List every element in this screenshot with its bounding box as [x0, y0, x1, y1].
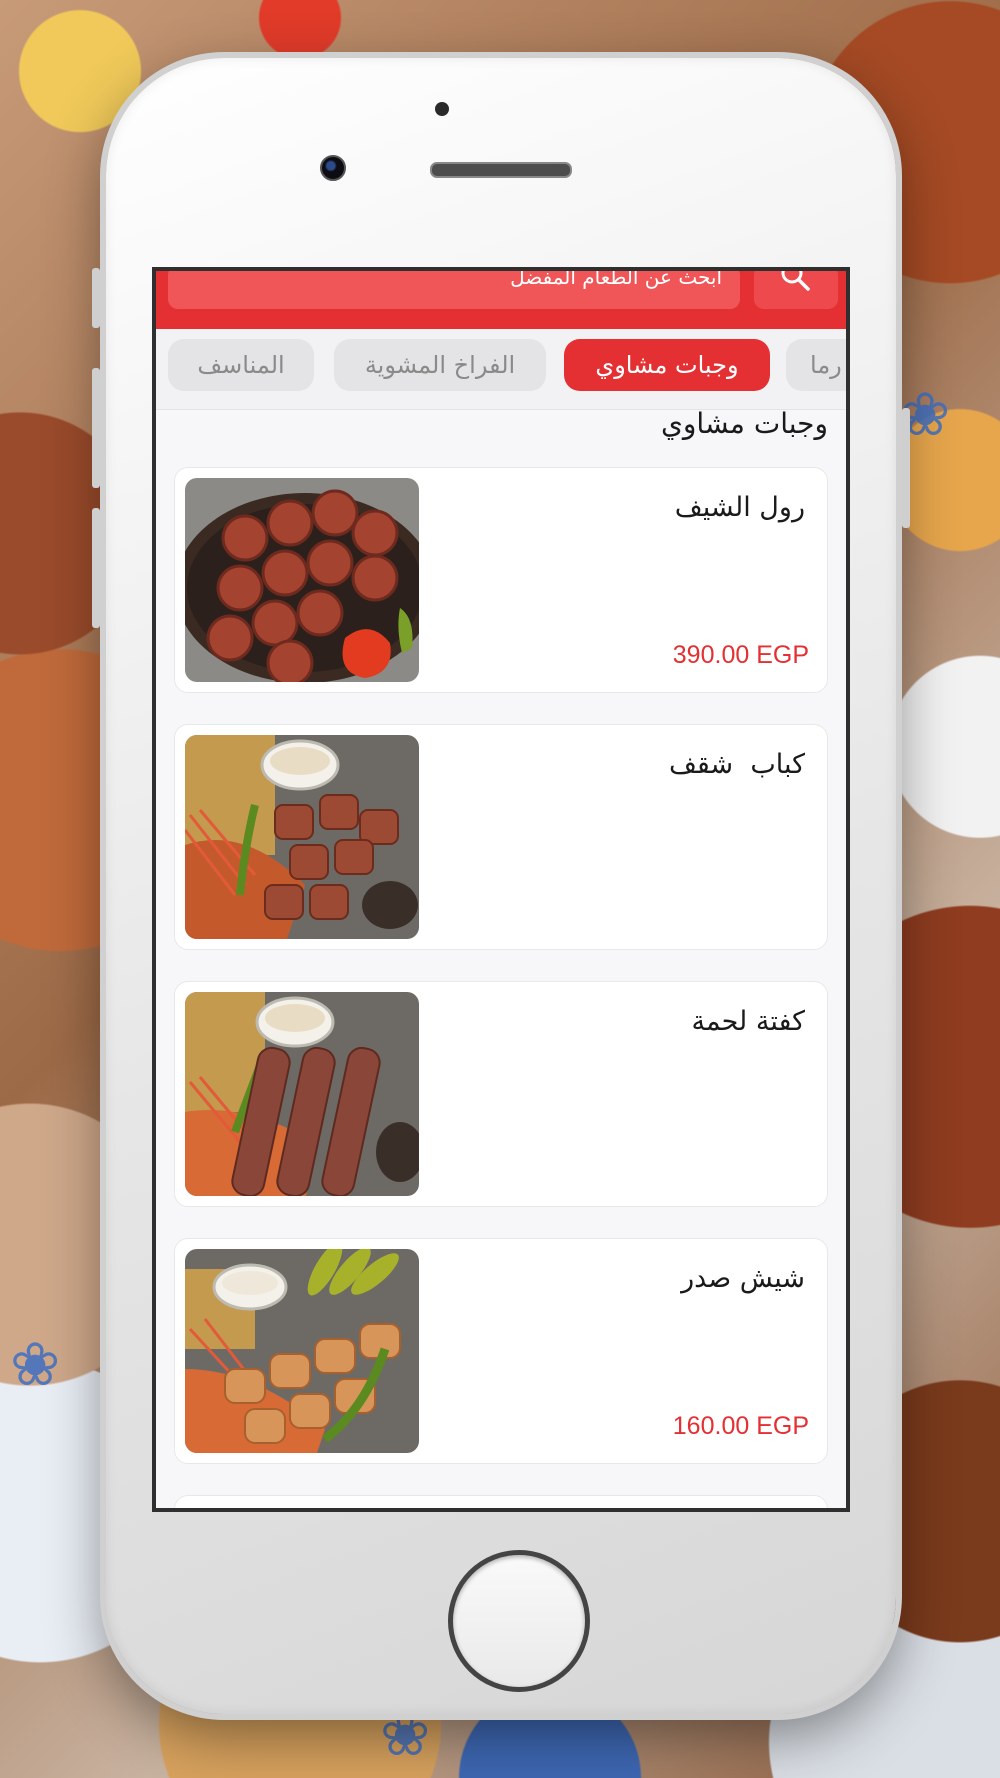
earpiece-speaker	[430, 162, 572, 178]
tab-grill-meals[interactable]: وجبات مشاوي	[564, 339, 770, 391]
tab-label: وجبات مشاوي	[595, 351, 739, 379]
menu-item-card[interactable]: كباب شقف	[174, 724, 828, 950]
search-icon	[781, 271, 810, 291]
app-screen: ابحث عن الطعام المفضل رما وجبات مشاوي ال…	[152, 267, 850, 1512]
phone-side-button	[902, 408, 910, 528]
menu-item-card[interactable]	[174, 1495, 828, 1508]
flower-pattern-icon: ❀	[10, 1330, 61, 1400]
menu-item-card[interactable]: رول الشيف 390.00 EGP	[174, 467, 828, 693]
phone-side-button	[92, 268, 100, 328]
menu-item-card[interactable]: شيش صدر 160.00 EGP	[174, 1238, 828, 1464]
shish-tawook-photo	[185, 1249, 419, 1453]
item-price: 390.00 EGP	[672, 641, 809, 669]
search-placeholder: ابحث عن الطعام المفضل	[510, 267, 722, 289]
menu-item-card[interactable]: كفتة لحمة	[174, 981, 828, 1207]
item-price: 160.00 EGP	[672, 1412, 809, 1440]
item-name: رول الشيف	[674, 492, 805, 523]
tab-label: الفراخ المشوية	[364, 351, 516, 379]
search-button[interactable]	[754, 271, 838, 309]
kofta-platter-photo	[185, 992, 419, 1196]
search-input[interactable]: ابحث عن الطعام المفضل	[168, 267, 740, 309]
tab-mansaf[interactable]: المناسف	[168, 339, 314, 391]
tab-shawarma[interactable]: رما	[786, 339, 846, 391]
phone-side-button	[92, 368, 100, 488]
phone-side-button	[92, 508, 100, 628]
item-name: شيش صدر	[681, 1263, 805, 1294]
proximity-sensor	[435, 102, 449, 116]
grilled-rolls-photo	[185, 478, 419, 682]
section-title: وجبات مشاوي	[660, 407, 828, 440]
front-camera	[320, 155, 346, 181]
tab-label: المناسف	[197, 351, 285, 379]
home-button[interactable]	[448, 1550, 590, 1692]
item-name: كباب شقف	[668, 749, 805, 780]
tab-label: رما	[810, 351, 842, 379]
tab-grilled-chicken[interactable]: الفراخ المشوية	[334, 339, 546, 391]
item-name: كفتة لحمة	[691, 1006, 805, 1037]
search-bar: ابحث عن الطعام المفضل	[156, 271, 846, 329]
category-tabs: رما وجبات مشاوي الفراخ المشوية المناسف	[156, 329, 846, 410]
kebab-platter-photo	[185, 735, 419, 939]
